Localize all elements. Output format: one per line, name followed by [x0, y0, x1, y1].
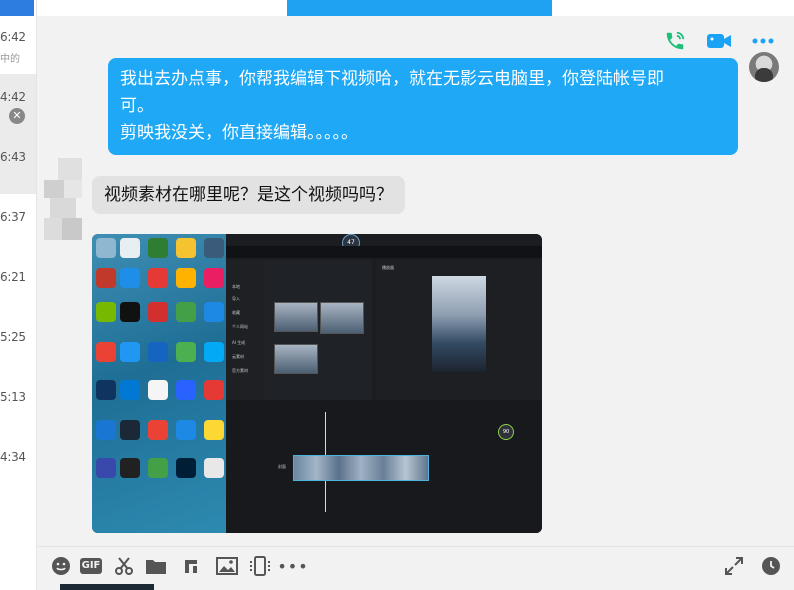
screen-share-icon[interactable] — [249, 555, 271, 577]
emoji-icon[interactable] — [50, 555, 72, 577]
music-icon[interactable] — [179, 555, 201, 577]
nvidia-icon — [96, 302, 116, 322]
contact-avatar[interactable] — [44, 158, 82, 258]
conversation-time: 5:25 — [0, 330, 26, 344]
app-icon — [176, 268, 196, 288]
app-icon — [148, 268, 168, 288]
app-icon — [204, 420, 224, 440]
app-icon — [120, 302, 140, 322]
app-icon — [204, 380, 224, 400]
image-icon[interactable] — [216, 555, 238, 577]
app-icon — [176, 238, 196, 258]
title-bar-accent — [0, 0, 34, 16]
message-line: 可。 — [120, 96, 154, 116]
media-thumbnail — [320, 302, 364, 334]
conversation-time: 5:13 — [0, 390, 26, 404]
header-actions — [662, 28, 776, 54]
conversation-list[interactable]: 6:42 中的 4:42 ✕ 6:43 6:37 6:21 5:25 5:13 … — [0, 0, 37, 590]
conversation-time: 6:21 — [0, 270, 26, 284]
close-icon[interactable]: ✕ — [9, 108, 25, 124]
conversation-time: 6:37 — [0, 210, 26, 224]
app-icon — [204, 238, 224, 258]
media-thumbnail — [274, 344, 318, 374]
phone-icon[interactable] — [662, 28, 688, 54]
sidebar-item: 导入 — [232, 296, 240, 301]
conversation-time: 4:42 — [0, 90, 26, 104]
incoming-message[interactable]: 视频素材在哪里呢？是这个视频吗吗？ — [92, 176, 405, 214]
app-icon — [176, 302, 196, 322]
sidebar-item: AI 生成 — [232, 340, 246, 345]
app-icon — [204, 458, 224, 478]
sidebar-item: 云素材 — [232, 354, 244, 359]
expand-icon[interactable] — [723, 555, 745, 577]
more-icon[interactable] — [750, 28, 776, 54]
edge-icon — [120, 380, 140, 400]
message-line: 剪映我没关，你直接编辑。。。。。 — [120, 123, 358, 143]
conversation-snippet: 中的 — [0, 54, 20, 65]
conversation-time: 6:42 — [0, 30, 26, 44]
app-icon — [148, 458, 168, 478]
app-icon — [148, 380, 168, 400]
app-icon — [96, 458, 116, 478]
sidebar-item: 个人网站 — [232, 324, 248, 329]
chat-window: 6:42 中的 4:42 ✕ 6:43 6:37 6:21 5:25 5:13 … — [0, 0, 794, 590]
media-thumbnail — [274, 302, 318, 332]
message-line: 我出去办点事，你帮我编辑下视频哈，就在无影云电脑里，你登陆帐号即 — [120, 69, 664, 89]
message-area[interactable]: 我出去办点事，你帮我编辑下视频哈，就在无影云电脑里，你登陆帐号即 可。 剪映我没… — [38, 16, 794, 546]
video-clip — [293, 455, 429, 481]
zoom-badge: 90 — [498, 424, 514, 440]
photoshop-icon — [176, 458, 196, 478]
app-icon — [120, 238, 140, 258]
history-icon[interactable] — [760, 555, 782, 577]
conversation-time: 4:34 — [0, 450, 26, 464]
chrome-icon — [148, 420, 168, 440]
sidebar-item: 本地 — [232, 284, 240, 289]
wps-icon — [148, 302, 168, 322]
app-icon — [96, 268, 116, 288]
outgoing-message[interactable]: 我出去办点事，你帮我编辑下视频哈，就在无影云电脑里，你登陆帐号即 可。 剪映我没… — [108, 58, 738, 155]
app-icon — [96, 420, 116, 440]
app-icon — [176, 420, 196, 440]
more-label: ••• — [277, 556, 309, 576]
video-call-icon[interactable] — [706, 28, 732, 54]
conversation-time: 6:43 — [0, 150, 26, 164]
chat-title — [287, 0, 552, 16]
app-icon — [120, 342, 140, 362]
sidebar-item: 收藏 — [232, 310, 240, 315]
app-icon — [204, 342, 224, 362]
desktop-background — [92, 234, 226, 533]
scissors-icon[interactable] — [113, 555, 135, 577]
app-icon — [148, 238, 168, 258]
app-icon — [176, 380, 196, 400]
my-avatar[interactable] — [749, 52, 779, 82]
steam-icon — [120, 420, 140, 440]
player-title: 播放器 — [382, 265, 394, 270]
app-icon — [204, 302, 224, 322]
title-bar — [0, 0, 794, 16]
more-icon[interactable]: ••• — [277, 555, 307, 577]
wechat-icon — [176, 342, 196, 362]
gif-icon[interactable]: GIF — [79, 555, 103, 577]
app-icon — [120, 458, 140, 478]
folder-icon[interactable] — [145, 555, 167, 577]
chrome-icon — [96, 342, 116, 362]
app-icon — [96, 380, 116, 400]
video-editor-window: 47 本地 导入 收藏 个人网站 AI 生成 云素材 官方素材 播放器 封面 9… — [226, 234, 542, 533]
editor-menu-bar — [226, 246, 542, 258]
sidebar-item: 官方素材 — [232, 368, 248, 373]
video-preview — [432, 276, 486, 372]
recycle-bin-icon — [96, 238, 116, 258]
app-icon — [204, 268, 224, 288]
mumu-icon — [120, 268, 140, 288]
shared-screenshot-image[interactable]: 47 本地 导入 收藏 个人网站 AI 生成 云素材 官方素材 播放器 封面 9… — [92, 234, 542, 533]
app-icon — [148, 342, 168, 362]
track-label: 封面 — [278, 464, 286, 469]
editor-sidebar: 本地 导入 收藏 个人网站 AI 生成 云素材 官方素材 — [226, 260, 264, 400]
taskbar-thumbnail — [60, 584, 154, 590]
gif-label: GIF — [79, 558, 103, 574]
